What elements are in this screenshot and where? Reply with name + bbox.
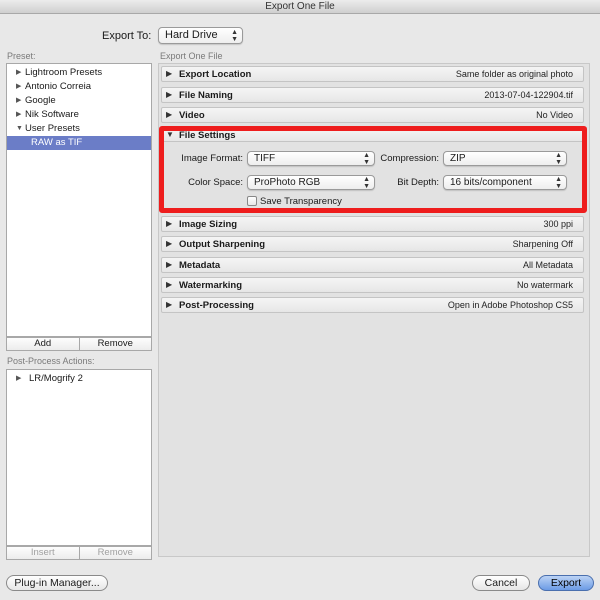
add-preset-button[interactable]: Add bbox=[6, 337, 80, 351]
section-watermarking[interactable]: ▶ Watermarking No watermark bbox=[161, 277, 584, 293]
remove-action-button[interactable]: Remove bbox=[79, 546, 152, 560]
section-output-sharpening[interactable]: ▶ Output Sharpening Sharpening Off bbox=[161, 236, 584, 252]
section-summary: Open in Adobe Photoshop CS5 bbox=[447, 300, 573, 310]
disclosure-triangle-icon[interactable]: ▶ bbox=[166, 260, 172, 269]
disclosure-triangle-icon[interactable]: ▶ bbox=[166, 219, 172, 228]
disclosure-triangle-icon[interactable]: ▶ bbox=[16, 108, 21, 122]
preset-item-label: Google bbox=[25, 95, 56, 106]
preset-item-google[interactable]: ▶ Google bbox=[7, 94, 151, 108]
color-space-select[interactable]: ProPhoto RGB ▲ ▼ bbox=[247, 175, 375, 190]
section-post-processing[interactable]: ▶ Post-Processing Open in Adobe Photosho… bbox=[161, 297, 584, 313]
disclosure-triangle-icon[interactable]: ▶ bbox=[166, 69, 172, 78]
export-to-label: Export To: bbox=[102, 30, 152, 42]
save-transparency-checkbox[interactable] bbox=[247, 196, 257, 206]
disclosure-triangle-icon[interactable]: ▶ bbox=[166, 90, 172, 99]
disclosure-triangle-icon[interactable]: ▶ bbox=[16, 66, 21, 80]
section-summary: 300 ppi bbox=[543, 219, 573, 229]
preset-item-user-presets[interactable]: ▼ User Presets bbox=[7, 122, 151, 136]
section-summary: No watermark bbox=[516, 280, 573, 290]
image-format-value: TIFF bbox=[254, 153, 276, 164]
image-format-select[interactable]: TIFF ▲ ▼ bbox=[247, 151, 375, 166]
preset-item-label: RAW as TIF bbox=[31, 137, 83, 148]
updown-arrows-icon: ▲ ▼ bbox=[363, 175, 370, 190]
section-title: File Naming bbox=[179, 90, 233, 101]
color-space-value: ProPhoto RGB bbox=[254, 177, 321, 188]
section-summary: All Metadata bbox=[522, 260, 573, 270]
preset-item-raw-as-tif[interactable]: RAW as TIF bbox=[7, 136, 151, 150]
plugin-manager-button[interactable]: Plug-in Manager... bbox=[6, 575, 108, 591]
section-video[interactable]: ▶ Video No Video bbox=[161, 107, 584, 123]
save-transparency-label: Save Transparency bbox=[260, 196, 342, 207]
export-button[interactable]: Export bbox=[538, 575, 594, 591]
section-file-settings[interactable]: ▼ File Settings bbox=[161, 127, 584, 142]
section-title: Export Location bbox=[179, 69, 252, 80]
compression-select[interactable]: ZIP ▲ ▼ bbox=[443, 151, 567, 166]
export-to-select[interactable]: Hard Drive ▲ ▼ bbox=[158, 27, 243, 44]
preset-buttons: Add Remove bbox=[6, 337, 152, 351]
preset-item-nik-software[interactable]: ▶ Nik Software bbox=[7, 108, 151, 122]
post-process-section-label: Post-Process Actions: bbox=[7, 356, 95, 366]
section-summary: Sharpening Off bbox=[512, 239, 573, 249]
export-to-value: Hard Drive bbox=[165, 29, 218, 41]
disclosure-triangle-icon[interactable]: ▶ bbox=[166, 280, 172, 289]
section-title: Watermarking bbox=[179, 280, 242, 291]
cancel-button[interactable]: Cancel bbox=[472, 575, 530, 591]
preset-item-antonio-correia[interactable]: ▶ Antonio Correia bbox=[7, 80, 151, 94]
preset-tree: ▶ Lightroom Presets ▶ Antonio Correia ▶ … bbox=[6, 63, 152, 337]
section-title: Output Sharpening bbox=[179, 239, 266, 250]
insert-action-button[interactable]: Insert bbox=[6, 546, 80, 560]
post-process-item-lr-mogrify[interactable]: ▶ LR/Mogrify 2 bbox=[7, 372, 151, 386]
section-export-location[interactable]: ▶ Export Location Same folder as origina… bbox=[161, 66, 584, 82]
bit-depth-value: 16 bits/component bbox=[450, 177, 532, 188]
section-summary: 2013-07-04-122904.tif bbox=[484, 90, 573, 100]
disclosure-triangle-icon[interactable]: ▶ bbox=[166, 300, 172, 309]
section-summary: Same folder as original photo bbox=[455, 69, 573, 79]
image-format-label: Image Format: bbox=[181, 153, 243, 164]
bit-depth-label: Bit Depth: bbox=[397, 177, 439, 188]
preset-item-label: Nik Software bbox=[25, 109, 79, 120]
disclosure-triangle-icon[interactable]: ▶ bbox=[166, 110, 172, 119]
disclosure-triangle-icon[interactable]: ▶ bbox=[16, 80, 21, 94]
preset-section-label: Preset: bbox=[7, 51, 36, 61]
updown-arrows-icon: ▲ ▼ bbox=[231, 28, 238, 43]
section-title: Video bbox=[179, 110, 205, 121]
disclosure-triangle-icon[interactable]: ▶ bbox=[16, 94, 21, 108]
preset-item-label: User Presets bbox=[25, 123, 80, 134]
section-summary: No Video bbox=[536, 110, 573, 120]
post-process-buttons: Insert Remove bbox=[6, 546, 152, 560]
preset-item-label: Antonio Correia bbox=[25, 81, 92, 92]
post-process-item-label: LR/Mogrify 2 bbox=[29, 373, 83, 384]
main-section-label: Export One File bbox=[160, 51, 223, 61]
section-image-sizing[interactable]: ▶ Image Sizing 300 ppi bbox=[161, 216, 584, 232]
remove-preset-button[interactable]: Remove bbox=[79, 337, 152, 351]
file-settings-content: Image Format: TIFF ▲ ▼ Compression: ZIP ▲… bbox=[161, 145, 584, 213]
section-title: File Settings bbox=[179, 130, 236, 141]
post-process-tree: ▶ LR/Mogrify 2 bbox=[6, 369, 152, 546]
preset-item-lightroom-presets[interactable]: ▶ Lightroom Presets bbox=[7, 66, 151, 80]
compression-label: Compression: bbox=[380, 153, 439, 164]
bit-depth-select[interactable]: 16 bits/component ▲ ▼ bbox=[443, 175, 567, 190]
preset-item-label: Lightroom Presets bbox=[25, 67, 103, 78]
compression-value: ZIP bbox=[450, 153, 466, 164]
updown-arrows-icon: ▲ ▼ bbox=[363, 151, 370, 166]
disclosure-triangle-down-icon[interactable]: ▼ bbox=[16, 122, 23, 136]
section-title: Post-Processing bbox=[179, 300, 254, 311]
section-title: Image Sizing bbox=[179, 219, 238, 230]
section-file-naming[interactable]: ▶ File Naming 2013-07-04-122904.tif bbox=[161, 87, 584, 103]
window-title: Export One File bbox=[0, 0, 600, 14]
disclosure-triangle-down-icon[interactable]: ▼ bbox=[166, 130, 174, 139]
color-space-label: Color Space: bbox=[188, 177, 243, 188]
disclosure-triangle-icon[interactable]: ▶ bbox=[16, 372, 21, 386]
section-title: Metadata bbox=[179, 260, 221, 271]
updown-arrows-icon: ▲ ▼ bbox=[555, 151, 562, 166]
section-metadata[interactable]: ▶ Metadata All Metadata bbox=[161, 257, 584, 273]
disclosure-triangle-icon[interactable]: ▶ bbox=[166, 239, 172, 248]
updown-arrows-icon: ▲ ▼ bbox=[555, 175, 562, 190]
